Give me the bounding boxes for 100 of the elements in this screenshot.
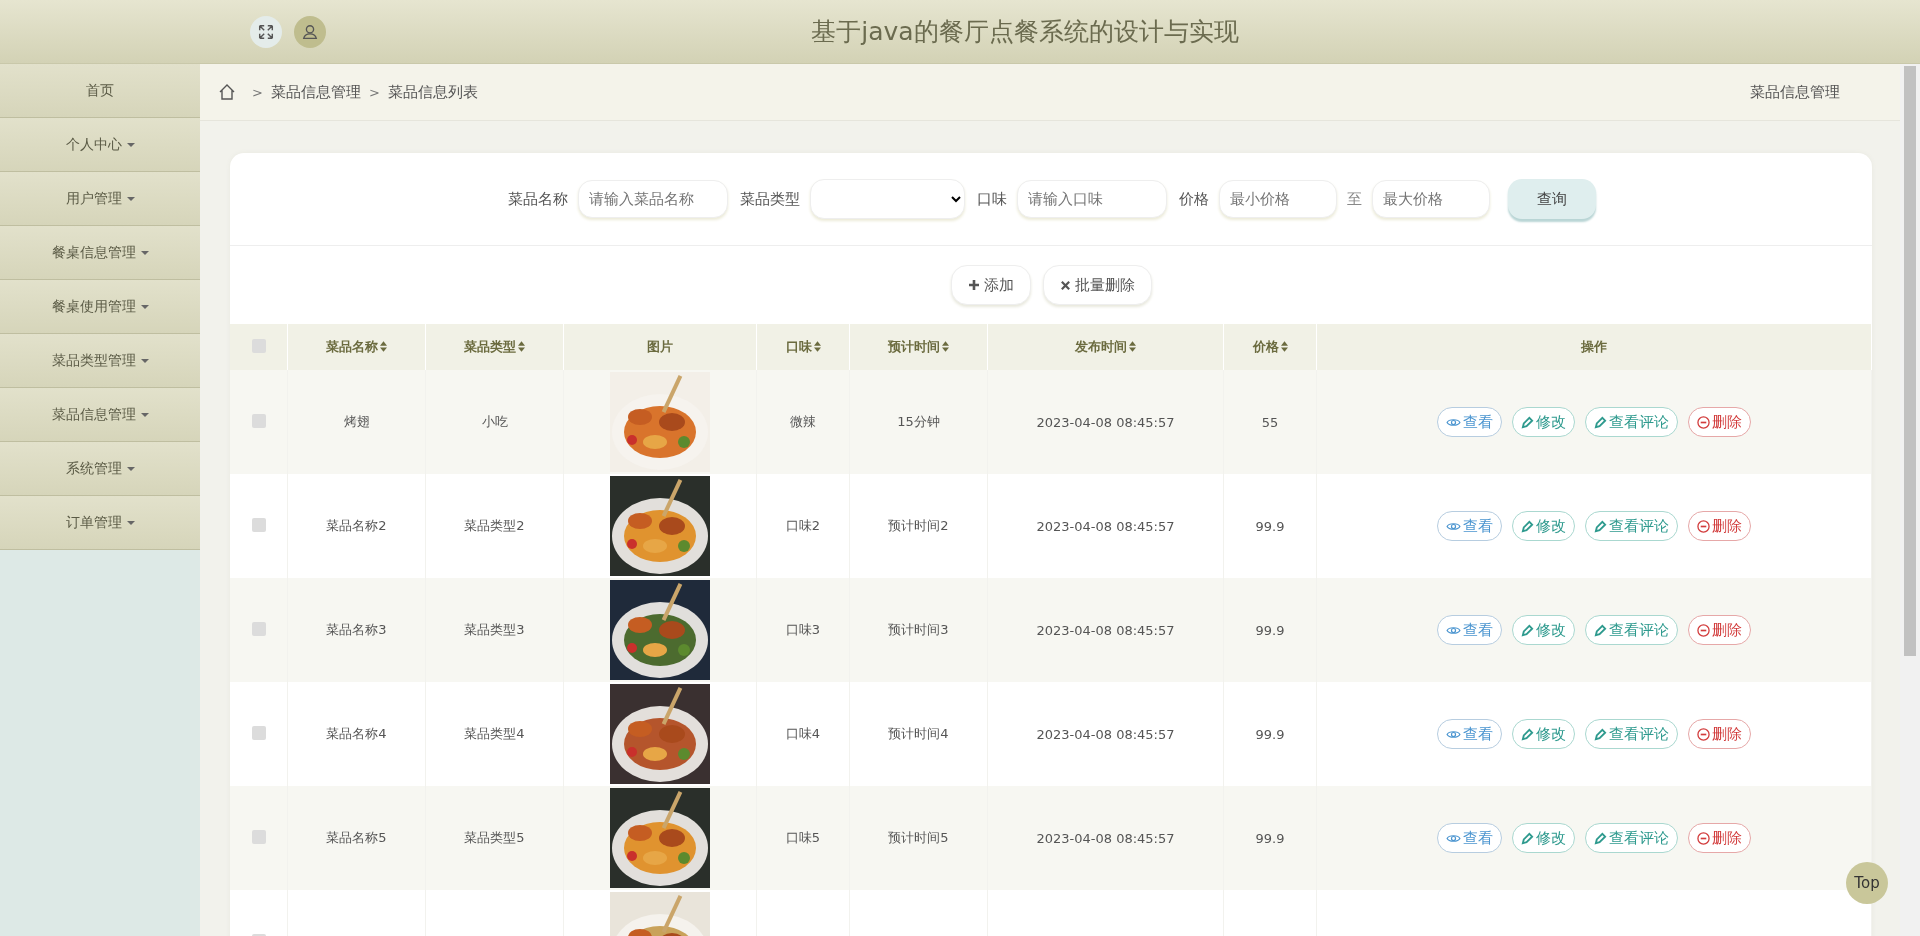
table-cell: 口味5 [785, 830, 821, 845]
close-icon [1059, 279, 1071, 291]
comment-button[interactable]: 查看评论 [1585, 719, 1678, 749]
delete-button[interactable]: 删除 [1688, 615, 1751, 645]
add-button[interactable]: 添加 [950, 265, 1031, 305]
back-to-top-button[interactable]: Top [1846, 862, 1888, 904]
batch-delete-button[interactable]: 批量删除 [1042, 265, 1152, 305]
table-cell: 2023-04-08 08:45:57 [1036, 622, 1175, 638]
field-label: 价格 [1179, 189, 1209, 209]
pencil-icon [1521, 415, 1534, 429]
minus-circle-icon [1697, 727, 1710, 741]
table-cell: 菜品类型4 [464, 726, 525, 741]
minus-circle-icon [1697, 623, 1710, 637]
comment-button[interactable]: 查看评论 [1585, 823, 1678, 853]
column-header[interactable]: 操作 [1581, 339, 1607, 354]
delete-button[interactable]: 删除 [1688, 823, 1751, 853]
view-button[interactable]: 查看 [1437, 823, 1502, 853]
column-header[interactable]: 发布时间 [1075, 339, 1127, 354]
edit-button[interactable]: 修改 [1512, 823, 1575, 853]
breadcrumb-link[interactable]: 菜品信息管理 [270, 82, 361, 102]
edit-button[interactable]: 修改 [1512, 615, 1575, 645]
comment-button[interactable]: 查看评论 [1585, 615, 1678, 645]
row-checkbox[interactable] [251, 413, 266, 428]
sidebar-item[interactable]: 菜品类型管理 [0, 334, 200, 388]
sidebar-item[interactable]: 餐桌使用管理 [0, 280, 200, 334]
search-button[interactable]: 查询 [1508, 179, 1596, 219]
plus-icon [967, 279, 980, 291]
sidebar-item[interactable]: 个人中心 [0, 118, 200, 172]
sidebar-item[interactable]: 餐桌信息管理 [0, 226, 200, 280]
delete-button[interactable]: 删除 [1688, 511, 1751, 541]
pencil-icon [1521, 623, 1534, 637]
column-header[interactable]: 预计时间 [888, 339, 940, 354]
field-label: 口味 [977, 189, 1007, 209]
row-checkbox[interactable] [251, 517, 266, 532]
input-field[interactable]: 请输入口味 [1017, 180, 1167, 218]
table-cell: 99.9 [1255, 518, 1285, 534]
table-cell: 99.9 [1255, 622, 1285, 638]
input-field[interactable]: 最小价格 [1219, 180, 1337, 218]
breadcrumb-separator: > [252, 84, 263, 100]
home-icon[interactable] [218, 83, 236, 101]
edit-button[interactable]: 修改 [1512, 719, 1575, 749]
comment-button[interactable]: 查看评论 [1585, 407, 1678, 437]
table-cell: 口味3 [785, 622, 821, 637]
table-cell: 菜品类型5 [464, 830, 525, 845]
input-field[interactable]: 最大价格 [1372, 180, 1490, 218]
user-icon[interactable] [294, 15, 326, 48]
column-header[interactable]: 菜品类型 [464, 339, 516, 354]
table-cell: 2023-04-08 08:45:57 [1036, 414, 1175, 430]
delete-button[interactable]: 删除 [1688, 407, 1751, 437]
select-field[interactable] [810, 179, 965, 219]
minus-circle-icon [1697, 415, 1710, 429]
table-cell: 菜品名称5 [326, 830, 387, 845]
table-cell: 2023-04-08 08:45:57 [1036, 518, 1175, 534]
table-cell: 2023-04-08 08:45:57 [1036, 726, 1175, 742]
eye-icon [1446, 728, 1461, 740]
table-cell: 预计时间2 [888, 518, 949, 533]
row-checkbox[interactable] [251, 621, 266, 636]
pencil-icon [1521, 519, 1534, 533]
table-cell: 预计时间4 [888, 726, 949, 741]
input-field[interactable]: 请输入菜品名称 [578, 180, 728, 218]
comment-button[interactable]: 查看评论 [1585, 511, 1678, 541]
edit-button[interactable]: 修改 [1512, 511, 1575, 541]
eye-icon [1446, 832, 1461, 844]
page-title: 菜品信息管理 [1750, 82, 1840, 102]
pencil-icon [1521, 831, 1534, 845]
scrollbar[interactable] [1900, 64, 1920, 936]
column-header[interactable]: 口味 [785, 339, 812, 354]
pencil-icon [1594, 519, 1607, 533]
column-header[interactable]: 菜品名称 [326, 339, 378, 354]
sidebar-item[interactable]: 首页 [0, 64, 200, 118]
minus-circle-icon [1697, 831, 1710, 845]
row-checkbox[interactable] [251, 725, 266, 740]
sidebar-item[interactable]: 菜品信息管理 [0, 388, 200, 442]
delete-button[interactable]: 删除 [1688, 719, 1751, 749]
table-cell: 菜品类型3 [464, 622, 525, 637]
view-button[interactable]: 查看 [1437, 407, 1502, 437]
sidebar-item[interactable]: 订单管理 [0, 496, 200, 550]
column-header[interactable]: 图片 [647, 339, 673, 354]
table-cell: 55 [1261, 414, 1279, 430]
fullscreen-icon[interactable] [250, 15, 282, 48]
table-cell: 菜品名称4 [326, 726, 387, 741]
column-header[interactable]: 价格 [1252, 339, 1279, 354]
eye-icon [1446, 624, 1461, 636]
table-cell: 15分钟 [897, 414, 940, 429]
table-cell: 99.9 [1255, 726, 1285, 742]
table-cell: 2023-04-08 08:45:57 [1036, 830, 1175, 846]
view-button[interactable]: 查看 [1437, 719, 1502, 749]
sidebar-item[interactable]: 用户管理 [0, 172, 200, 226]
pencil-icon [1594, 415, 1607, 429]
edit-button[interactable]: 修改 [1512, 407, 1575, 437]
app-title: 基于java的餐厅点餐系统的设计与实现 [810, 16, 1240, 48]
pencil-icon [1521, 727, 1534, 741]
eye-icon [1446, 520, 1461, 532]
minus-circle-icon [1697, 519, 1710, 533]
breadcrumb-link[interactable]: 菜品信息列表 [387, 82, 478, 102]
table-cell: 口味2 [785, 518, 821, 533]
sidebar-item[interactable]: 系统管理 [0, 442, 200, 496]
row-checkbox[interactable] [251, 829, 266, 844]
view-button[interactable]: 查看 [1437, 615, 1502, 645]
view-button[interactable]: 查看 [1437, 511, 1502, 541]
